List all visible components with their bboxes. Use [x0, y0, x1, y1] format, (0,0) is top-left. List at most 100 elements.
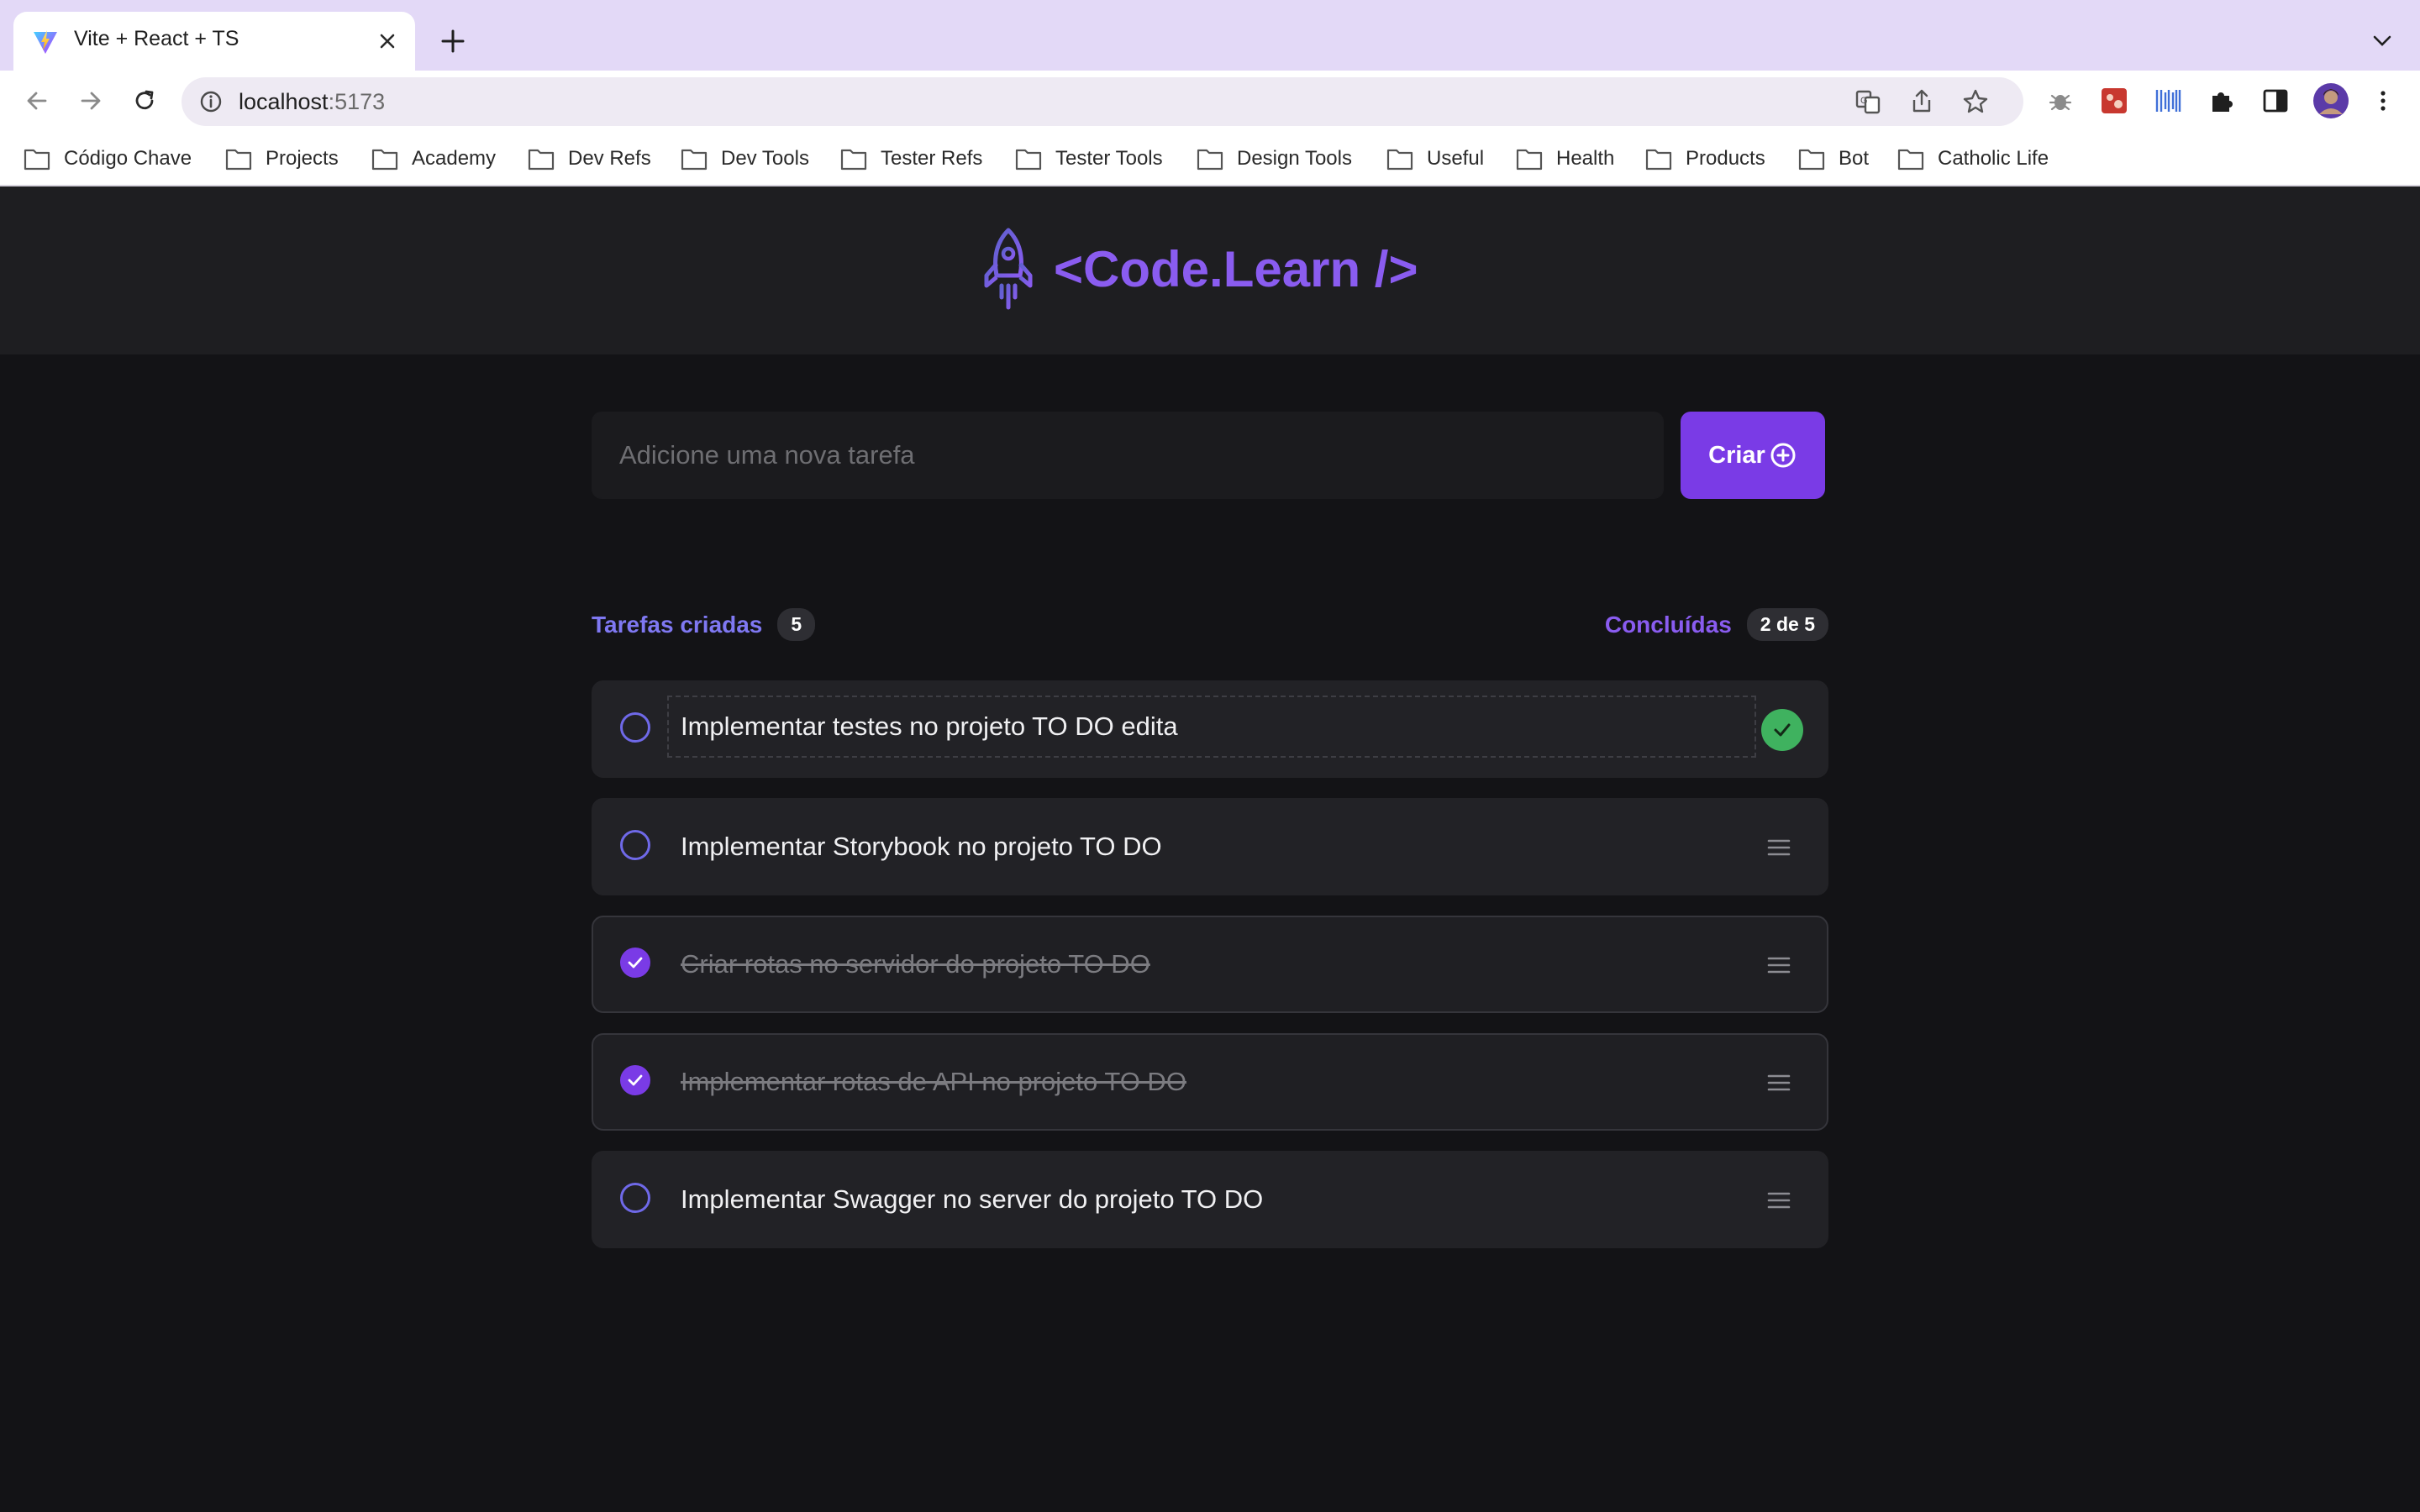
folder-icon	[1798, 149, 1825, 171]
task-checkbox[interactable]	[620, 712, 650, 743]
bookmark-label: Useful	[1427, 147, 1485, 170]
bug-extension-icon[interactable]	[2045, 86, 2075, 116]
folder-icon	[840, 149, 867, 171]
url-port: :5173	[328, 89, 386, 114]
bookmark-folder[interactable]: Projects	[225, 143, 339, 175]
created-counter: Tarefas criadas 5	[592, 608, 816, 641]
create-button-label: Criar	[1708, 441, 1765, 469]
task-checkbox[interactable]	[620, 830, 650, 860]
folder-icon	[1897, 149, 1924, 171]
app-logo: <Code.Learn />	[980, 227, 1418, 311]
tab-title: Vite + React + TS	[74, 27, 239, 50]
check-icon	[1774, 723, 1791, 737]
task-text[interactable]: Implementar Storybook no projeto TO DO	[681, 832, 1162, 862]
share-icon[interactable]	[1907, 87, 1936, 116]
task-text[interactable]: Implementar Swagger no server do projeto…	[681, 1184, 1263, 1215]
folder-icon	[1386, 149, 1413, 171]
bookmark-label: Código Chave	[64, 147, 192, 170]
info-icon[interactable]	[198, 89, 224, 114]
new-tab-icon[interactable]	[439, 27, 467, 55]
task-item: Implementar Swagger no server do projeto…	[592, 1151, 1828, 1248]
bookmark-label: Academy	[412, 147, 497, 170]
bookmark-folder[interactable]: Products	[1645, 143, 1765, 175]
chevron-down-icon[interactable]	[2370, 32, 2395, 50]
logo-text: <Code.Learn />	[1054, 240, 1418, 297]
translate-icon[interactable]: G	[1854, 87, 1882, 116]
folder-icon	[681, 149, 708, 171]
done-count-badge: 2 de 5	[1746, 608, 1828, 641]
bookmark-folder[interactable]: Dev Tools	[681, 143, 809, 175]
side-panel-icon[interactable]	[2260, 86, 2291, 116]
svg-text:G: G	[1860, 96, 1868, 106]
reload-icon[interactable]	[129, 86, 160, 116]
barcode-extension-icon[interactable]	[2153, 86, 2183, 116]
red-extension-icon[interactable]	[2099, 86, 2129, 116]
puzzle-extensions-icon[interactable]	[2207, 86, 2237, 116]
bookmark-folder[interactable]: Tester Refs	[840, 143, 982, 175]
folder-icon	[1197, 149, 1223, 171]
bookmark-label: Tester Refs	[881, 147, 983, 170]
check-icon	[628, 957, 643, 969]
task-checkbox[interactable]	[620, 948, 650, 978]
folder-icon	[1516, 149, 1543, 171]
plus-circle-icon	[1770, 443, 1796, 468]
vite-logo-icon	[34, 30, 57, 54]
bookmark-folder[interactable]: Código Chave	[24, 143, 192, 175]
browser-chrome: Vite + React + TS localhost:5173 G Códig…	[0, 0, 2420, 186]
bookmark-label: Catholic Life	[1938, 147, 2049, 170]
hamburger-menu-icon[interactable]	[1766, 1189, 1791, 1211]
create-button[interactable]: Criar	[1681, 412, 1825, 499]
bookmark-label: Dev Tools	[721, 147, 809, 170]
bookmark-folder[interactable]: Bot	[1798, 143, 1869, 175]
bookmark-label: Products	[1686, 147, 1765, 170]
address-bar[interactable]: localhost:5173 G	[182, 77, 2023, 126]
task-item	[592, 680, 1828, 778]
hamburger-menu-icon[interactable]	[1766, 954, 1791, 976]
close-icon[interactable]	[375, 29, 400, 54]
url-host: localhost	[239, 89, 329, 114]
back-arrow-icon[interactable]	[22, 86, 52, 116]
task-text[interactable]: Implementar rotas de API no projeto TO D…	[681, 1067, 1186, 1097]
task-item: Implementar rotas de API no projeto TO D…	[592, 1033, 1828, 1131]
bookmarks-bar: Código Chave Projects Academy Dev Refs D…	[0, 131, 2420, 186]
task-checkbox[interactable]	[620, 1183, 650, 1213]
done-counter: Concluídas 2 de 5	[1605, 608, 1828, 641]
created-count-badge: 5	[777, 608, 816, 641]
bookmark-folder[interactable]: Catholic Life	[1897, 143, 2049, 175]
bookmark-folder[interactable]: Academy	[371, 143, 496, 175]
star-icon[interactable]	[1961, 87, 1990, 116]
bookmark-label: Tester Tools	[1055, 147, 1163, 170]
task-item: Implementar Storybook no projeto TO DO	[592, 798, 1828, 895]
app-header: <Code.Learn />	[0, 186, 2420, 354]
folder-icon	[371, 149, 398, 171]
browser-tab[interactable]: Vite + React + TS	[13, 12, 415, 71]
folder-icon	[528, 149, 555, 171]
bookmark-label: Bot	[1839, 147, 1870, 170]
bookmark-folder[interactable]: Useful	[1386, 143, 1484, 175]
hamburger-menu-icon[interactable]	[1766, 837, 1791, 858]
hamburger-menu-icon[interactable]	[1766, 1072, 1791, 1094]
folder-icon	[1015, 149, 1042, 171]
forward-arrow-icon[interactable]	[76, 86, 106, 116]
task-checkbox[interactable]	[620, 1065, 650, 1095]
task-text[interactable]: Criar rotas no servidor do projeto TO DO	[681, 949, 1150, 979]
save-task-button[interactable]	[1761, 709, 1803, 751]
profile-avatar[interactable]	[2312, 82, 2349, 119]
check-icon	[628, 1074, 643, 1086]
bookmark-label: Design Tools	[1237, 147, 1352, 170]
bookmark-label: Health	[1556, 147, 1615, 170]
bookmark-folder[interactable]: Health	[1516, 143, 1614, 175]
bookmark-folder[interactable]: Dev Refs	[528, 143, 651, 175]
bookmark-label: Dev Refs	[568, 147, 651, 170]
bookmark-folder[interactable]: Tester Tools	[1015, 143, 1163, 175]
browser-toolbar: localhost:5173 G	[0, 71, 2420, 131]
task-edit-input[interactable]	[667, 696, 1756, 758]
folder-icon	[24, 149, 50, 171]
new-task-input[interactable]	[592, 412, 1664, 499]
tab-strip: Vite + React + TS	[0, 0, 2420, 71]
url-text[interactable]: localhost:5173	[239, 89, 385, 115]
folder-icon	[225, 149, 252, 171]
bookmark-folder[interactable]: Design Tools	[1197, 143, 1352, 175]
kebab-menu-icon[interactable]	[2368, 86, 2398, 116]
task-item: Criar rotas no servidor do projeto TO DO	[592, 916, 1828, 1013]
